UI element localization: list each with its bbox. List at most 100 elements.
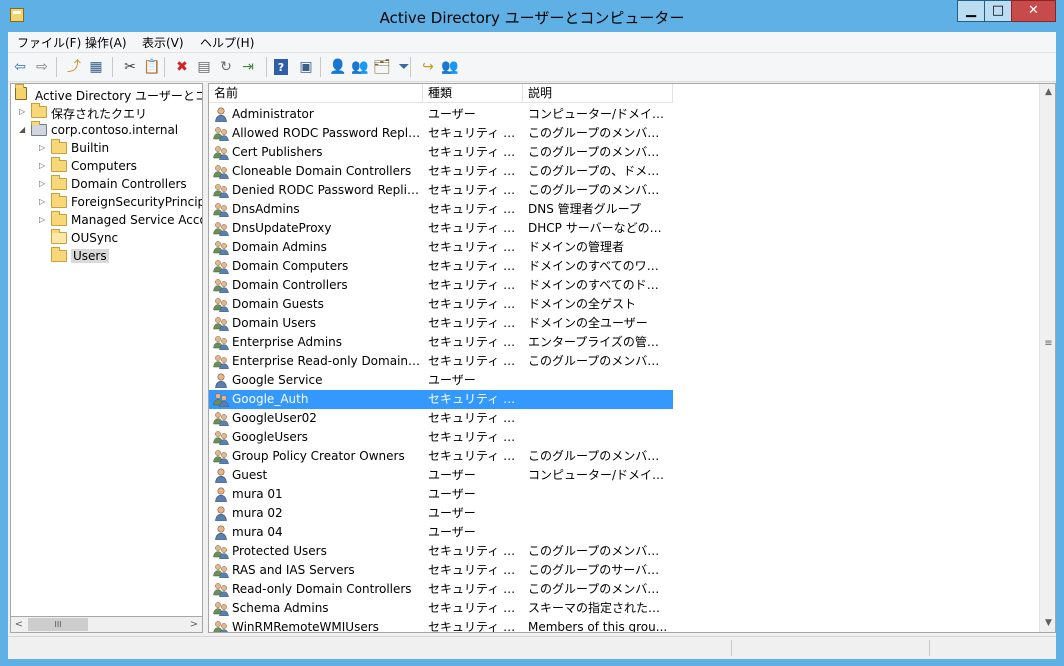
table-row[interactable]: Domain Users セキュリティ グル... ドメインの全ユーザー bbox=[209, 314, 673, 333]
add-to-group-icon[interactable]: ↪ bbox=[418, 57, 438, 77]
table-row[interactable]: Enterprise Admins セキュリティ グル... エンタープライズの管理… bbox=[209, 333, 673, 352]
minimize-button[interactable]: ▁ bbox=[957, 0, 985, 22]
tree-item[interactable]: ▷ ForeignSecurityPrincip bbox=[11, 193, 202, 212]
cell-desc: ドメインの全ゲスト bbox=[528, 297, 637, 311]
close-button[interactable]: ✕ bbox=[1011, 0, 1056, 22]
table-row[interactable]: WinRMRemoteWMIUsers__ セキュリティ グル... Members… bbox=[209, 618, 673, 632]
table-row[interactable]: Administrator ユーザー コンピューター/ドメインの管... bbox=[209, 105, 673, 124]
table-row[interactable]: mura 02 ユーザー bbox=[209, 504, 673, 523]
paste-icon[interactable]: 📋 bbox=[142, 57, 162, 77]
cell-type: セキュリティ グル... bbox=[428, 126, 520, 140]
expand-arrow-icon[interactable]: ▷ bbox=[39, 215, 47, 225]
collapse-arrow-icon[interactable]: ◢ bbox=[19, 125, 27, 135]
column-header-name[interactable]: 名前 bbox=[209, 84, 423, 103]
up-folder-icon[interactable]: ⤴ bbox=[64, 57, 84, 77]
table-row[interactable]: Group Policy Creator Owners セキュリティ グル... こ… bbox=[209, 447, 673, 466]
tree-item[interactable]: ▷ Managed Service Acco bbox=[11, 211, 203, 230]
table-row[interactable]: DnsUpdateProxy セキュリティ グル... DHCP サーバーなどのほか… bbox=[209, 219, 673, 238]
cell-name: mura 01 bbox=[232, 487, 283, 501]
tree-item[interactable]: ▷ 保存されたクエリ bbox=[11, 103, 202, 122]
tree-item-label: Managed Service Acco bbox=[71, 213, 203, 227]
table-row[interactable]: Domain Controllers セキュリティ グル... ドメインのすべてのド… bbox=[209, 276, 673, 295]
help-icon[interactable]: ? bbox=[274, 59, 288, 75]
table-row[interactable]: Cert Publishers セキュリティ グル... このグループのメンバーはデ… bbox=[209, 143, 673, 162]
forward-arrow-icon[interactable]: ⇨ bbox=[32, 57, 52, 77]
table-row[interactable]: Enterprise Read-only Domain ... セキュリティ グル… bbox=[209, 352, 673, 371]
table-row[interactable]: mura 04 ユーザー bbox=[209, 523, 673, 542]
table-row[interactable]: RAS and IAS Servers セキュリティ グル... このグループのサー… bbox=[209, 561, 673, 580]
menu-file[interactable]: ファイル(F) bbox=[17, 34, 81, 51]
scroll-left-button[interactable]: < bbox=[11, 617, 27, 632]
expand-arrow-icon[interactable]: ▷ bbox=[39, 197, 47, 207]
tree-item[interactable]: ◢ corp.contoso.internal bbox=[11, 121, 202, 140]
menu-help[interactable]: ヘルプ(H) bbox=[200, 34, 254, 51]
cell-type: セキュリティ グル... bbox=[428, 544, 520, 558]
table-row[interactable]: Domain Admins セキュリティ グル... ドメインの管理者 bbox=[209, 238, 673, 257]
column-header-description[interactable]: 説明 bbox=[523, 84, 673, 103]
tree-item[interactable]: ▷ Builtin bbox=[11, 139, 202, 158]
table-row[interactable]: Google Service ユーザー bbox=[209, 371, 673, 390]
menu-action[interactable]: 操作(A) bbox=[85, 34, 127, 51]
table-row[interactable]: Cloneable Domain Controllers セキュリティ グル...… bbox=[209, 162, 673, 181]
filter-icon[interactable]: ⏷ bbox=[394, 57, 414, 77]
table-row[interactable]: GoogleUser02 セキュリティ グル... bbox=[209, 409, 673, 428]
show-hide-console-tree-icon[interactable]: ▦ bbox=[86, 57, 106, 77]
cell-type: セキュリティ グル... bbox=[428, 221, 520, 235]
group-icon bbox=[213, 392, 229, 408]
tree-horizontal-scrollbar[interactable]: < III > bbox=[10, 616, 203, 633]
table-row[interactable]: Schema Admins セキュリティ グル... スキーマの指定された管理者 bbox=[209, 599, 673, 618]
expand-arrow-icon[interactable]: ▷ bbox=[39, 143, 47, 153]
scroll-up-button[interactable]: ▲ bbox=[1040, 84, 1055, 101]
cut-icon[interactable]: ✂ bbox=[120, 57, 140, 77]
new-ou-icon[interactable]: 🗂 bbox=[372, 57, 392, 77]
maximize-button[interactable]: □ bbox=[984, 0, 1012, 22]
show-action-pane-icon[interactable]: ▣ bbox=[296, 57, 316, 77]
cell-type: セキュリティ グル... bbox=[428, 164, 520, 178]
delete-icon[interactable]: ✖ bbox=[172, 57, 192, 77]
table-row[interactable]: Read-only Domain Controllers セキュリティ グル...… bbox=[209, 580, 673, 599]
scroll-right-button[interactable]: > bbox=[186, 617, 202, 632]
domain-icon bbox=[31, 121, 47, 136]
folder-icon bbox=[51, 157, 67, 172]
console-tree[interactable]: Active Directory ユーザーとコンピ ▷ 保存されたクエリ ◢ corp.… bbox=[10, 83, 203, 633]
back-arrow-icon[interactable]: ⇦ bbox=[10, 57, 30, 77]
table-row[interactable]: Domain Computers セキュリティ グル... ドメインのすべてのワーク… bbox=[209, 257, 673, 276]
export-list-icon[interactable]: ⇥ bbox=[238, 57, 258, 77]
new-group-icon[interactable]: 👥 bbox=[350, 57, 370, 77]
list-vertical-scrollbar[interactable]: ▲ ≡ ▼ bbox=[1039, 84, 1055, 632]
table-row[interactable]: Denied RODC Password Replic... セキュリティ グル.… bbox=[209, 181, 673, 200]
column-header-type[interactable]: 種類 bbox=[423, 84, 523, 103]
title-bar[interactable]: Active Directory ユーザーとコンピューター ▁ □ ✕ bbox=[0, 0, 1064, 32]
ou-icon bbox=[51, 229, 67, 244]
window-title: Active Directory ユーザーとコンピューター bbox=[379, 9, 685, 27]
table-row[interactable]: mura 01 ユーザー bbox=[209, 485, 673, 504]
aduc-window: Active Directory ユーザーとコンピューター ▁ □ ✕ ファイル… bbox=[0, 0, 1064, 666]
tree-item[interactable]: OUSync bbox=[11, 229, 202, 248]
table-row[interactable]: Domain Guests セキュリティ グル... ドメインの全ゲスト bbox=[209, 295, 673, 314]
scroll-thumb[interactable]: III bbox=[28, 618, 88, 631]
tree-item[interactable]: ▷ Computers bbox=[11, 157, 202, 176]
tree-item[interactable]: ▷ Domain Controllers bbox=[11, 175, 202, 194]
table-row[interactable]: Protected Users セキュリティ グル... このグループのメンバーには… bbox=[209, 542, 673, 561]
cell-name: GoogleUsers bbox=[232, 430, 308, 444]
table-row[interactable]: DnsAdmins セキュリティ グル... DNS 管理者グループ bbox=[209, 200, 673, 219]
table-row[interactable]: Allowed RODC Password Repli... セキュリティ グル.… bbox=[209, 124, 673, 143]
tree-item[interactable]: Users bbox=[11, 247, 202, 266]
expand-arrow-icon[interactable]: ▷ bbox=[19, 107, 27, 117]
delegate-control-icon[interactable]: 👥 bbox=[440, 57, 460, 77]
scroll-thumb-grip[interactable]: ≡ bbox=[1044, 339, 1053, 349]
toolbar-separator bbox=[266, 57, 267, 77]
refresh-icon[interactable]: ↻ bbox=[216, 57, 236, 77]
details-list[interactable]: 名前 種類 説明 ▲ ≡ ▼ Administrator ユーザー コンピューター/… bbox=[208, 83, 1056, 633]
table-row[interactable]: Google_Auth セキュリティ グル... bbox=[209, 390, 673, 409]
scroll-down-button[interactable]: ▼ bbox=[1040, 615, 1055, 632]
table-row[interactable]: GoogleUsers セキュリティ グル... bbox=[209, 428, 673, 447]
cell-name: Allowed RODC Password Repli... bbox=[232, 126, 422, 140]
expand-arrow-icon[interactable]: ▷ bbox=[39, 161, 47, 171]
expand-arrow-icon[interactable]: ▷ bbox=[39, 179, 47, 189]
new-user-icon[interactable]: 👤 bbox=[328, 57, 348, 77]
table-row[interactable]: Guest ユーザー コンピューター/ドメインへの... bbox=[209, 466, 673, 485]
menu-view[interactable]: 表示(V) bbox=[142, 34, 184, 51]
tree-item[interactable]: Active Directory ユーザーとコンピ bbox=[11, 84, 202, 104]
properties-icon[interactable]: ▤ bbox=[194, 57, 214, 77]
